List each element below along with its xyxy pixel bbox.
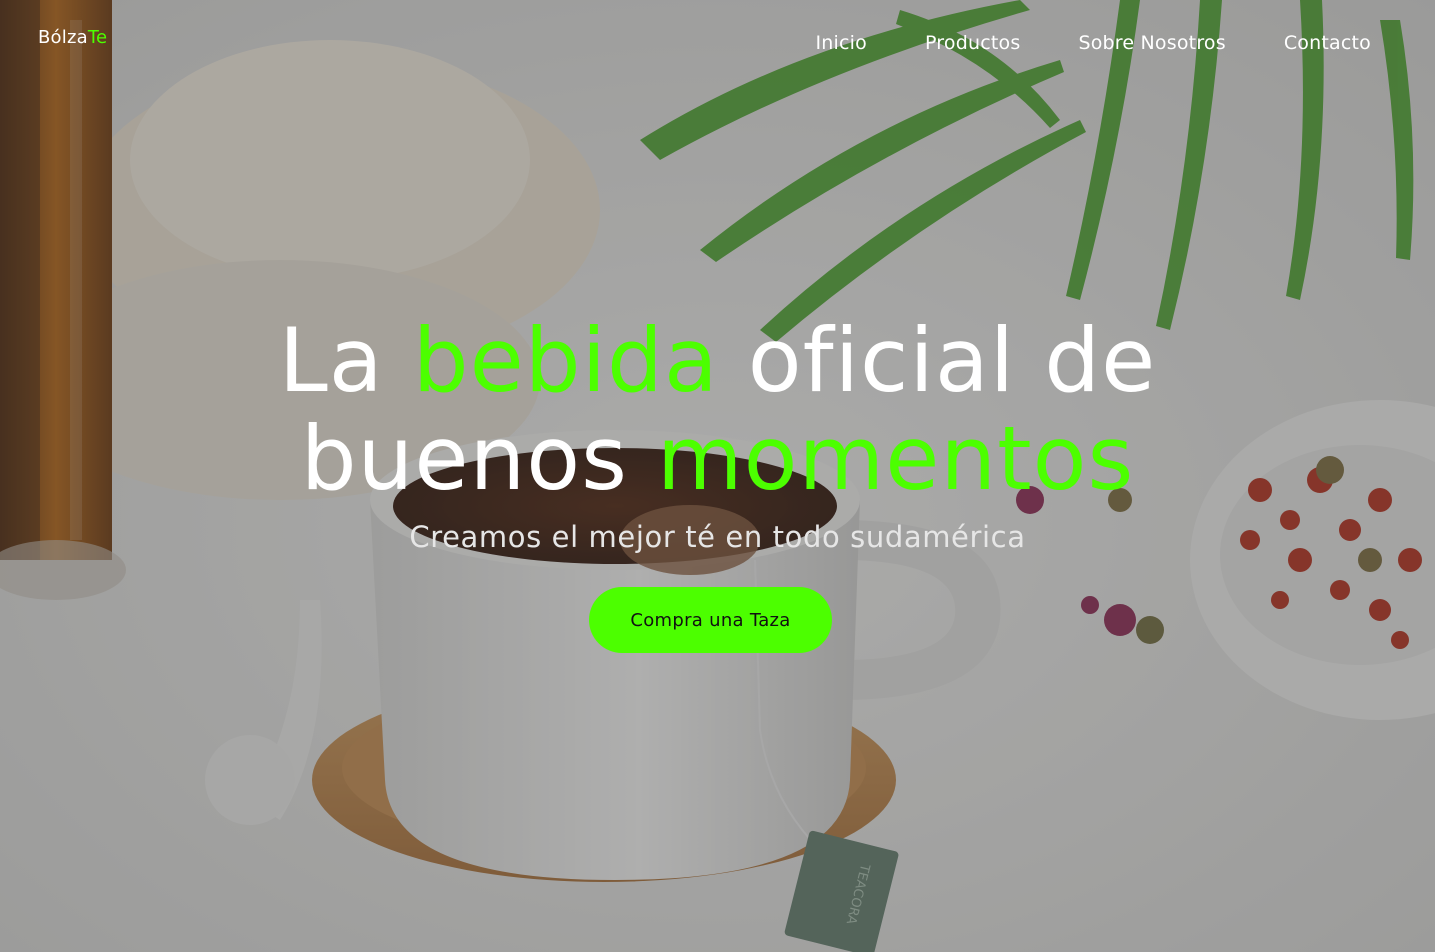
headline-word-oficial-de: oficial de bbox=[747, 309, 1157, 412]
headline-word-la: La bbox=[278, 309, 384, 412]
brand-logo[interactable]: BólzaTe bbox=[38, 27, 107, 48]
hero-section: TEACORA BólzaTe Inicio Productos Sobre N… bbox=[0, 0, 1435, 952]
nav-item-contacto[interactable]: Contacto bbox=[1284, 32, 1371, 54]
nav-item-productos[interactable]: Productos bbox=[925, 32, 1020, 54]
nav-item-inicio[interactable]: Inicio bbox=[815, 32, 866, 54]
buy-cup-button[interactable]: Compra una Taza bbox=[589, 587, 832, 653]
brand-name-part2: Te bbox=[87, 27, 108, 48]
brand-name-part1: Bólza bbox=[38, 27, 88, 48]
headline-word-buenos: buenos bbox=[300, 407, 628, 510]
headline-word-momentos: momentos bbox=[656, 407, 1135, 510]
nav-item-sobre-nosotros[interactable]: Sobre Nosotros bbox=[1078, 32, 1225, 54]
headline-line-1: La bebida oficial de bbox=[0, 312, 1435, 410]
main-nav: Inicio Productos Sobre Nosotros Contacto bbox=[815, 32, 1371, 54]
hero-subtitle: Creamos el mejor té en todo sudamérica bbox=[409, 520, 1026, 554]
headline-word-bebida: bebida bbox=[412, 309, 719, 412]
headline-line-2: buenos momentos bbox=[0, 410, 1435, 508]
hero-headline: La bebida oficial de buenos momentos bbox=[0, 312, 1435, 508]
